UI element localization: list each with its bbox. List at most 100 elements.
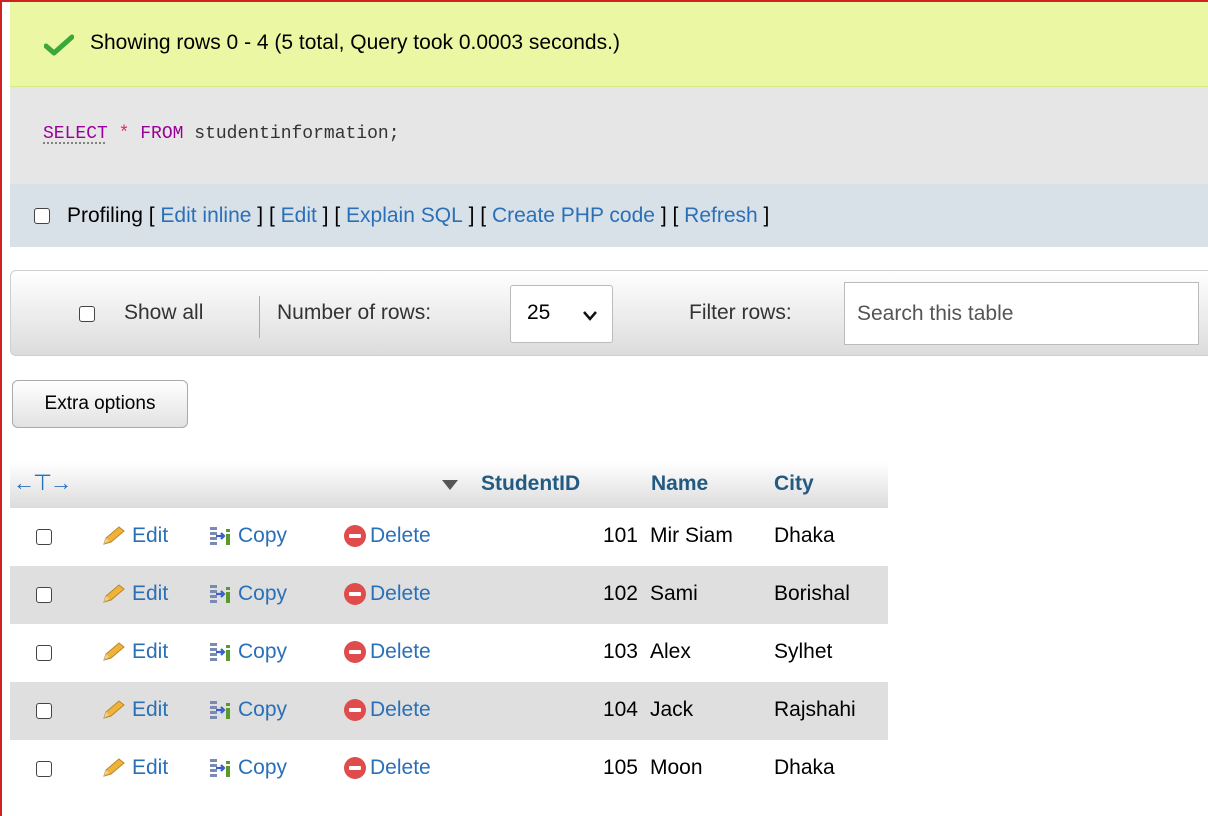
delete-label: Delete [370,524,431,547]
copy-icon [210,643,230,662]
column-header-city[interactable]: City [774,472,814,496]
cell-studentid: 101 [602,524,638,547]
explain-sql-link[interactable]: Explain SQL [346,204,463,228]
column-header-studentid[interactable]: StudentID [481,472,580,496]
copy-label: Copy [238,756,288,779]
delete-icon [344,641,366,664]
sort-down-icon[interactable] [442,480,458,490]
cell-city: Dhaka [774,756,835,779]
copy-icon [210,701,230,720]
rows-per-page-select[interactable]: 25 [510,285,613,343]
row-copy-action[interactable]: Copy [208,582,287,606]
row-edit-action[interactable]: Edit [100,582,168,606]
row-edit-action[interactable]: Edit [100,756,168,780]
row-delete-action[interactable]: Delete [344,524,431,548]
sql-table-name: studentinformation; [194,124,400,144]
edit-inline-link[interactable]: Edit inline [160,204,251,228]
row-checkbox[interactable] [36,529,52,545]
row-copy-action[interactable]: Copy [208,698,287,722]
delete-label: Delete [370,640,431,663]
table-header: ←⊤→ StudentID Name City [10,462,888,508]
cell-city: Dhaka [774,524,835,547]
copy-icon [210,585,230,604]
copy-label: Copy [238,582,288,605]
checkmark-icon [44,34,74,56]
cell-studentid: 103 [602,640,638,663]
column-resize-arrows-icon[interactable]: ←⊤→ [13,470,72,496]
edit-label: Edit [132,640,169,663]
row-checkbox[interactable] [36,703,52,719]
copy-label: Copy [238,698,288,721]
chevron-down-icon [583,311,597,321]
row-delete-action[interactable]: Delete [344,640,431,664]
row-delete-action[interactable]: Delete [344,756,431,780]
edit-label: Edit [132,756,169,779]
cell-name: Mir Siam [650,524,733,547]
rows-per-page-value: 25 [527,301,551,324]
edit-link[interactable]: Edit [281,204,317,228]
cell-name: Alex [650,640,691,663]
pencil-icon [103,584,125,604]
delete-icon [344,699,366,722]
divider [259,296,260,338]
cell-name: Jack [650,698,694,721]
row-delete-action[interactable]: Delete [344,582,431,606]
cell-name: Sami [650,582,698,605]
edit-label: Edit [132,582,169,605]
column-header-name[interactable]: Name [651,472,708,496]
search-table-input[interactable] [844,282,1199,345]
show-all-label[interactable]: Show all [124,301,203,325]
delete-label: Delete [370,698,431,721]
delete-icon [344,583,366,606]
row-edit-action[interactable]: Edit [100,698,168,722]
create-php-code-link[interactable]: Create PHP code [492,204,655,228]
copy-icon [210,527,230,546]
sql-query-box: SELECT * FROM studentinformation; [10,87,1208,184]
sql-keyword-select[interactable]: SELECT [43,124,108,144]
cell-city: Borishal [774,582,850,605]
cell-studentid: 102 [602,582,638,605]
cell-studentid: 104 [602,698,638,721]
show-all-checkbox[interactable] [79,306,95,322]
navigation-bar: Show all Number of rows: 25 Filter rows: [10,270,1208,356]
profiling-checkbox[interactable] [34,207,50,224]
extra-options-button[interactable]: Extra options [12,380,188,428]
row-copy-action[interactable]: Copy [208,640,287,664]
row-checkbox[interactable] [36,761,52,777]
refresh-link[interactable]: Refresh [684,204,758,228]
table-row: Edit Copy Delete 101 Mir Siam Dhaka [10,508,888,566]
table-row: Edit Copy Delete 104 Jack Rajshahi [10,682,888,740]
row-delete-action[interactable]: Delete [344,698,431,722]
profiling-bar: Profiling [ Edit inline ] [ Edit ] [ Exp… [10,184,1208,247]
copy-label: Copy [238,640,288,663]
sql-query: SELECT * FROM studentinformation; [43,124,400,144]
pencil-icon [103,700,125,720]
pencil-icon [103,758,125,778]
delete-icon [344,757,366,780]
window-border-left [0,0,2,816]
delete-label: Delete [370,582,431,605]
table-row: Edit Copy Delete 105 Moon Dhaka [10,740,888,798]
delete-icon [344,525,366,548]
row-edit-action[interactable]: Edit [100,640,168,664]
cell-city: Rajshahi [774,698,856,721]
profiling-label: Profiling [67,203,143,227]
sql-keyword-from: FROM [140,124,184,144]
row-copy-action[interactable]: Copy [208,756,287,780]
filter-rows-label: Filter rows: [689,301,792,324]
pencil-icon [103,526,125,546]
row-checkbox[interactable] [36,587,52,603]
row-edit-action[interactable]: Edit [100,524,168,548]
number-of-rows-label: Number of rows: [277,301,432,324]
success-banner: Showing rows 0 - 4 (5 total, Query took … [10,2,1208,87]
copy-icon [210,759,230,778]
cell-city: Sylhet [774,640,833,663]
cell-name: Moon [650,756,703,779]
table-row: Edit Copy Delete 102 Sami Borishal [10,566,888,624]
copy-label: Copy [238,524,288,547]
success-message: Showing rows 0 - 4 (5 total, Query took … [90,31,620,54]
row-copy-action[interactable]: Copy [208,524,287,548]
edit-label: Edit [132,698,169,721]
table-row: Edit Copy Delete 103 Alex Sylhet [10,624,888,682]
row-checkbox[interactable] [36,645,52,661]
